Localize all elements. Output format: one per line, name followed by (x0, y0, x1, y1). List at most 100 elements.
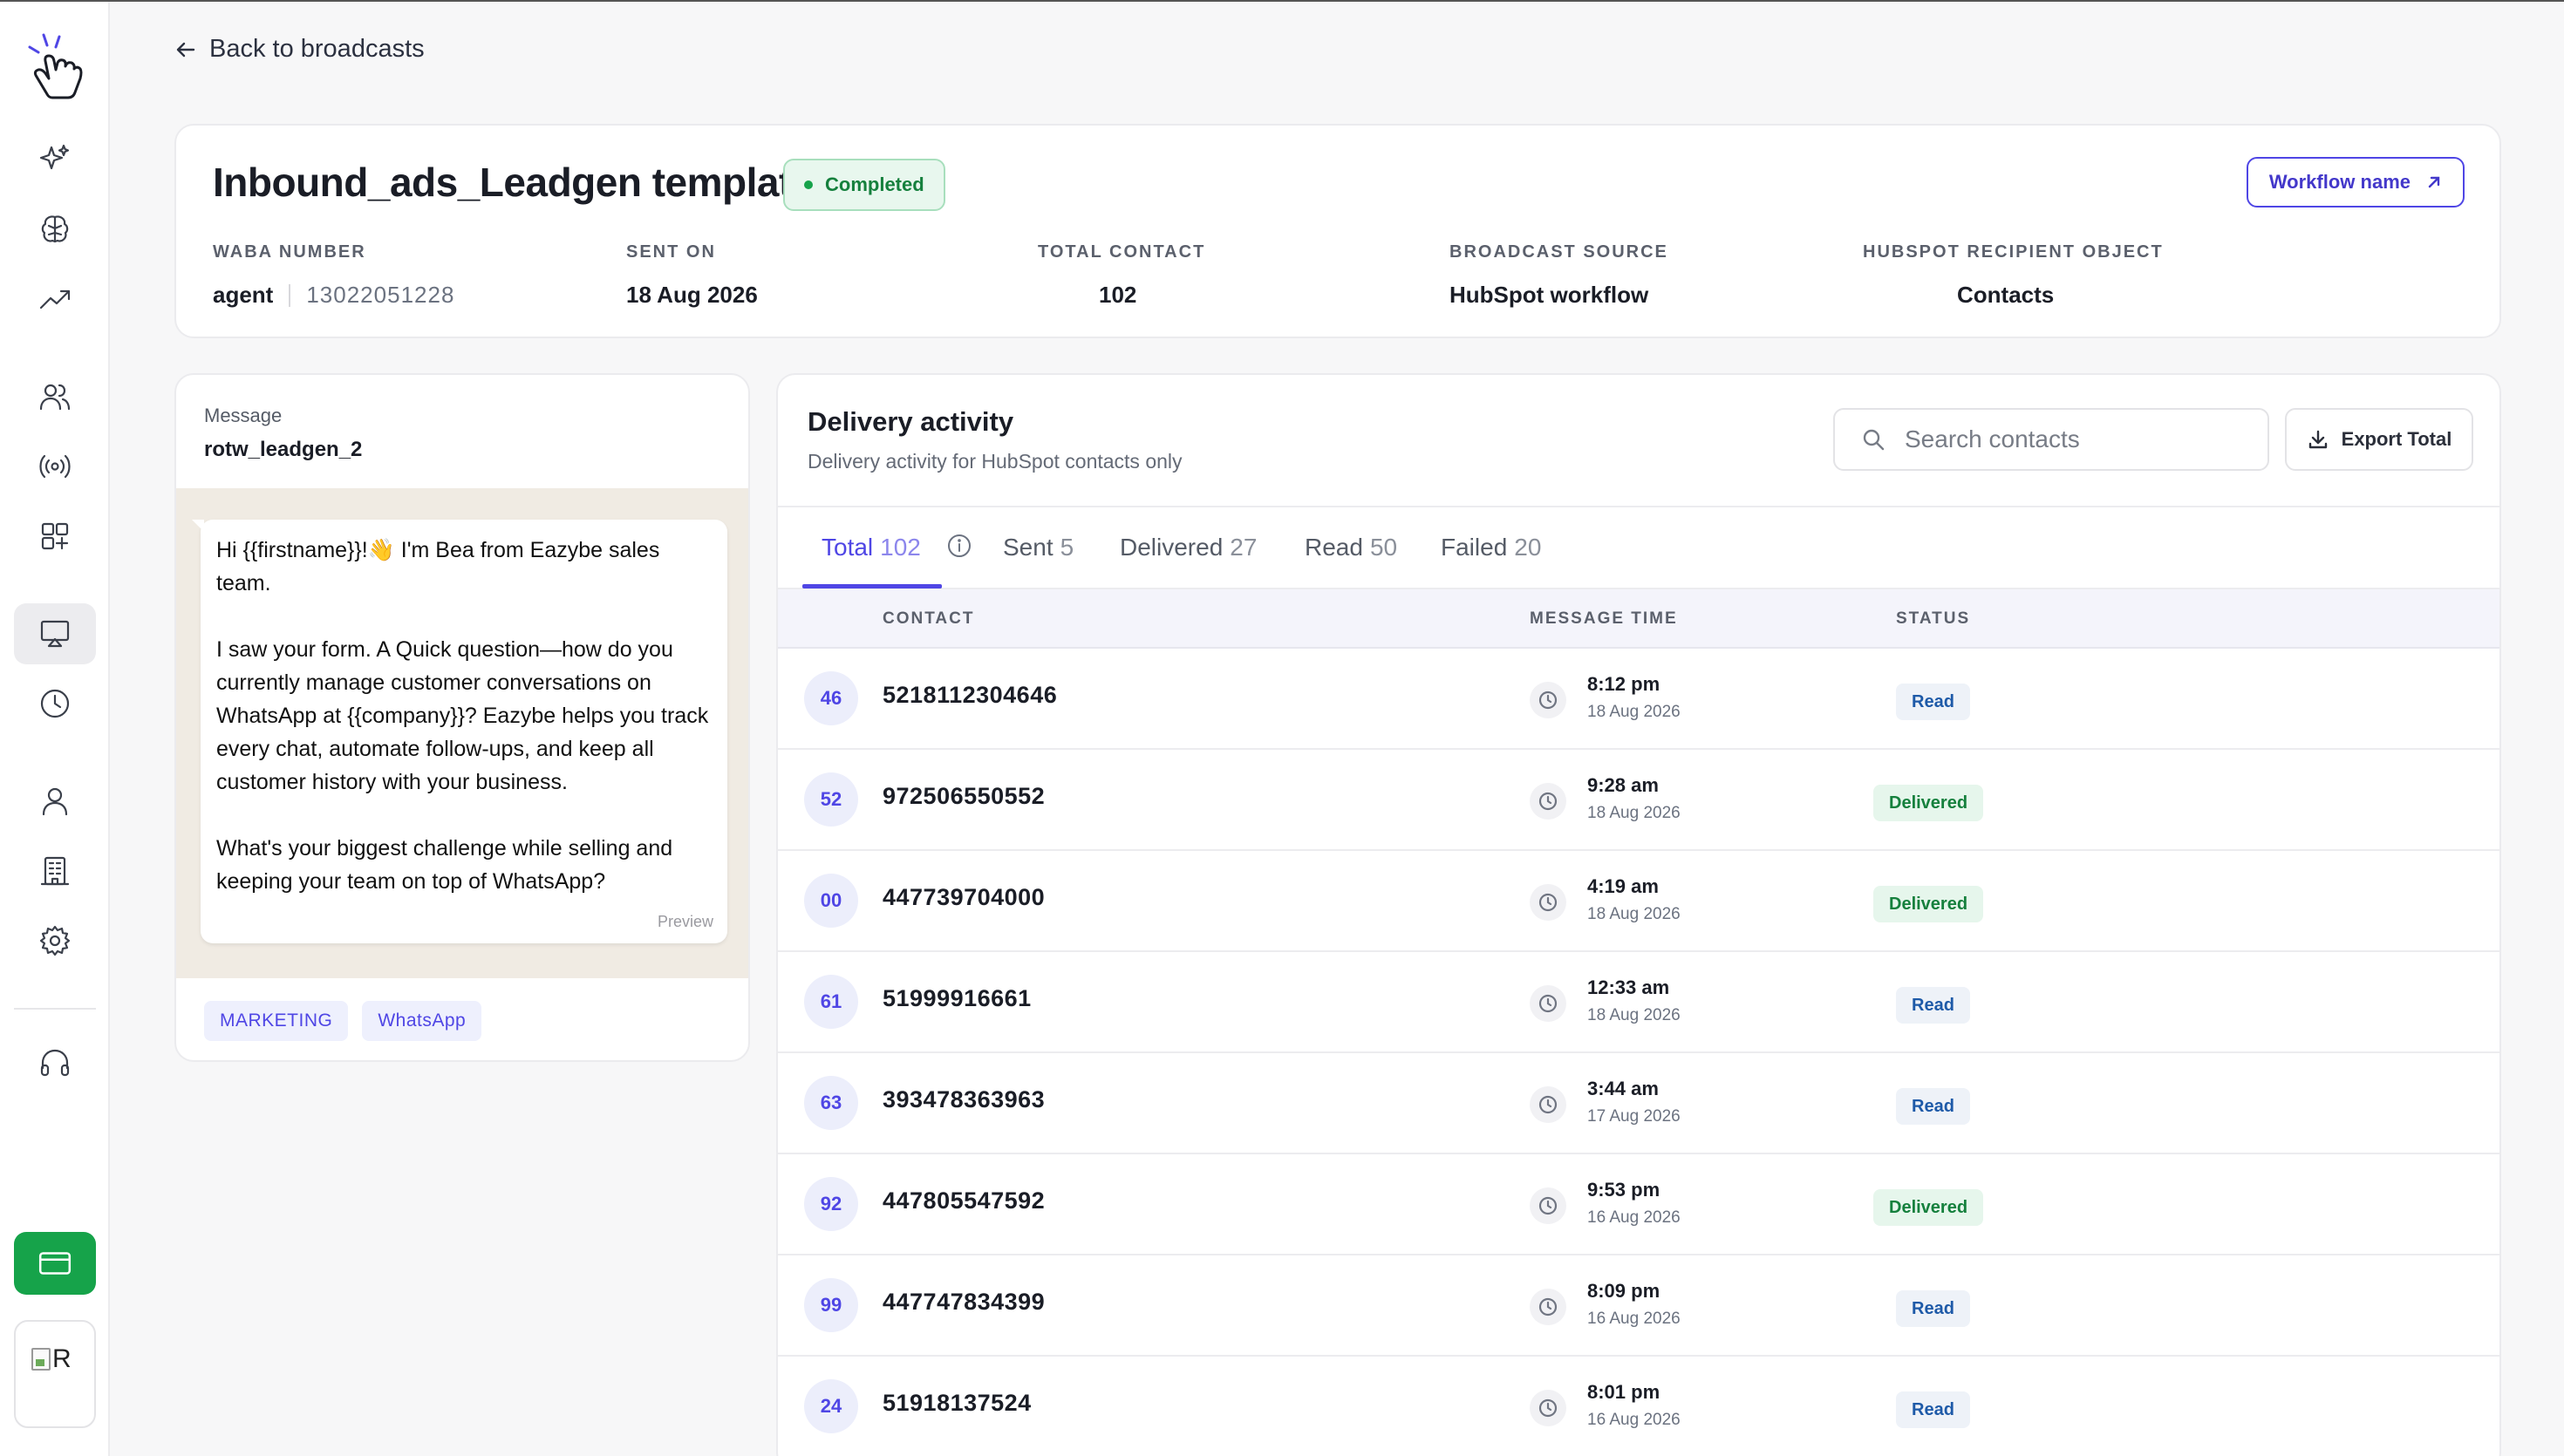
broadcast-icon[interactable] (14, 436, 96, 497)
message-date: 16 Aug 2026 (1587, 1411, 1681, 1429)
workflow-name-button[interactable]: Workflow name (2246, 157, 2465, 208)
clock-icon[interactable] (14, 673, 96, 734)
brain-icon[interactable] (14, 199, 96, 260)
message-time: 12:33 am (1587, 976, 1670, 998)
export-total-button[interactable]: Export Total (2285, 408, 2473, 471)
sidebar-divider (14, 1008, 96, 1010)
tab-total[interactable]: Total 102 (822, 506, 921, 589)
message-time: 8:01 pm (1587, 1381, 1660, 1403)
table-row[interactable]: 99 447747834399 8:09 pm 16 Aug 2026 Read (778, 1255, 2499, 1357)
tab-label: Read (1305, 534, 1363, 561)
contact-number: 972506550552 (883, 783, 1046, 809)
clock-icon (1530, 1390, 1566, 1426)
meta-divider (289, 283, 291, 307)
export-button-label: Export Total (2341, 428, 2452, 450)
status-badge: Delivered (1873, 785, 1984, 821)
ai-sparkle-icon[interactable] (14, 129, 96, 190)
message-time: 8:09 pm (1587, 1280, 1660, 1302)
broadcast-source-value: HubSpot workflow (1449, 282, 1649, 308)
users-icon[interactable] (14, 366, 96, 427)
active-tab-indicator (802, 584, 942, 589)
tag-category: MARKETING (204, 1001, 349, 1041)
tab-count: 102 (880, 534, 921, 561)
status-badge: Delivered (1873, 1189, 1984, 1226)
status-badge: Read (1896, 987, 1970, 1024)
preview-label: Preview (657, 913, 713, 930)
info-icon[interactable] (945, 532, 973, 560)
table-row[interactable]: 24 51918137524 8:01 pm 16 Aug 2026 Read (778, 1357, 2499, 1456)
status-badge: Delivered (1873, 886, 1984, 922)
search-contacts-box[interactable] (1833, 408, 2269, 471)
tab-sent[interactable]: Sent 5 (1003, 506, 1074, 589)
clock-icon (1530, 1086, 1566, 1123)
table-row[interactable]: 92 447805547592 9:53 pm 16 Aug 2026 Deli… (778, 1154, 2499, 1255)
table-row[interactable]: 00 447739704000 4:19 am 18 Aug 2026 Deli… (778, 851, 2499, 952)
contact-badge: 92 (804, 1177, 858, 1231)
search-icon (1863, 429, 1885, 451)
message-time: 9:28 am (1587, 774, 1659, 796)
waba-agent: agent (213, 282, 274, 308)
message-paragraph: Hi {{firstname}}!👋 I'm Bea from Eazybe s… (216, 538, 666, 595)
settings-gear-icon[interactable] (14, 910, 96, 971)
status-badge: Completed (783, 159, 945, 211)
search-contacts-input[interactable] (1905, 425, 2236, 453)
broadcasts-active-icon[interactable] (14, 603, 96, 664)
building-icon[interactable] (14, 840, 96, 901)
tab-count: 50 (1369, 534, 1398, 561)
table-header: CONTACT MESSAGE TIME STATUS (778, 589, 2499, 649)
contact-badge: 24 (804, 1379, 858, 1433)
tab-count: 20 (1514, 534, 1542, 561)
table-row[interactable]: 63 393478363963 3:44 am 17 Aug 2026 Read (778, 1053, 2499, 1154)
clock-icon (1530, 884, 1566, 921)
message-date: 18 Aug 2026 (1587, 703, 1681, 721)
contact-badge: 99 (804, 1278, 858, 1332)
message-date: 18 Aug 2026 (1587, 804, 1681, 822)
templates-icon[interactable] (14, 506, 96, 567)
clock-icon (1530, 682, 1566, 718)
app-logo[interactable] (24, 31, 87, 101)
message-date: 16 Aug 2026 (1587, 1208, 1681, 1227)
recipient-object-value: Contacts (1957, 282, 2055, 308)
status-badge: Read (1896, 1290, 1970, 1327)
message-date: 18 Aug 2026 (1587, 1006, 1681, 1024)
delivery-rows: 46 5218112304646 8:12 pm 18 Aug 2026 Rea… (778, 649, 2499, 1456)
message-template-name: rotw_leadgen_2 (204, 438, 363, 461)
message-date: 17 Aug 2026 (1587, 1107, 1681, 1126)
billing-card-button[interactable] (14, 1232, 96, 1295)
column-header-message-time: MESSAGE TIME (1530, 609, 1678, 628)
meta-label: TOTAL CONTACT (1038, 242, 1206, 262)
back-link-label: Back to broadcasts (209, 35, 425, 63)
contact-number: 447747834399 (883, 1289, 1046, 1315)
support-headphones-icon[interactable] (14, 1032, 96, 1093)
message-date: 18 Aug 2026 (1587, 905, 1681, 923)
table-row[interactable]: 52 972506550552 9:28 am 18 Aug 2026 Deli… (778, 750, 2499, 851)
tab-delivered[interactable]: Delivered 27 (1120, 506, 1257, 589)
message-time: 4:19 am (1587, 875, 1659, 897)
trending-up-icon[interactable] (14, 269, 96, 330)
tab-failed[interactable]: Failed 20 (1441, 506, 1541, 589)
meta-sent-on: SENT ON 18 Aug 2026 (626, 242, 758, 309)
arrow-left-icon (176, 42, 195, 57)
download-icon (2308, 430, 2327, 449)
column-header-status: STATUS (1896, 609, 1971, 628)
contact-badge: 46 (804, 671, 858, 725)
tab-read[interactable]: Read 50 (1305, 506, 1397, 589)
column-header-contact: CONTACT (883, 609, 975, 628)
status-badge-label: Completed (825, 173, 924, 195)
message-paragraph: I saw your form. A Quick question—how do… (216, 637, 715, 794)
user-icon[interactable] (14, 771, 96, 832)
meta-label: SENT ON (626, 242, 716, 262)
table-row[interactable]: 61 51999916661 12:33 am 18 Aug 2026 Read (778, 952, 2499, 1053)
clock-icon (1530, 985, 1566, 1022)
delivery-title: Delivery activity (808, 406, 1014, 437)
sent-on-value: 18 Aug 2026 (626, 282, 758, 308)
status-badge: Read (1896, 684, 1970, 720)
message-date: 16 Aug 2026 (1587, 1310, 1681, 1328)
table-row[interactable]: 46 5218112304646 8:12 pm 18 Aug 2026 Rea… (778, 649, 2499, 750)
total-contact-value: 102 (1099, 282, 1137, 308)
message-time: 3:44 am (1587, 1078, 1659, 1099)
back-to-broadcasts-link[interactable]: Back to broadcasts (174, 35, 425, 64)
delivery-subtitle: Delivery activity for HubSpot contacts o… (808, 450, 1183, 473)
user-avatar[interactable]: R (14, 1320, 96, 1428)
message-time: 9:53 pm (1587, 1179, 1660, 1201)
